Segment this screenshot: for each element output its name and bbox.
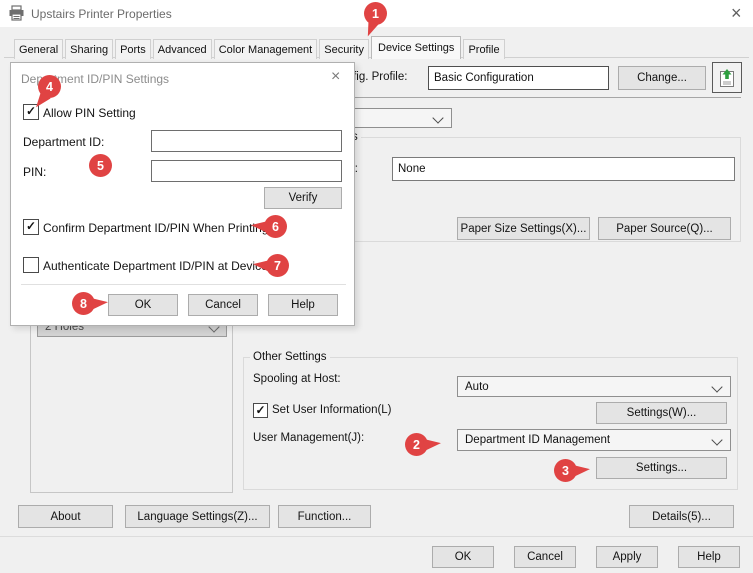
pin-label: PIN:: [23, 165, 46, 179]
apply-button[interactable]: Apply: [596, 546, 658, 568]
callout-3: 3: [554, 459, 577, 482]
cancel-button[interactable]: Cancel: [514, 546, 576, 568]
chevron-down-icon: [711, 381, 722, 392]
output-options-field: None: [392, 157, 735, 181]
tab-device-settings[interactable]: Device Settings: [371, 36, 461, 59]
user-management-dropdown[interactable]: Department ID Management: [457, 429, 731, 451]
ok-button[interactable]: OK: [432, 546, 494, 568]
chevron-down-icon: [711, 434, 722, 445]
authenticate-at-device-label: Authenticate Department ID/PIN at Device: [43, 259, 268, 273]
confirm-when-printing-checkbox[interactable]: ✓: [23, 219, 39, 235]
footer-separator: [0, 536, 753, 537]
dialog-ok-button[interactable]: OK: [108, 294, 178, 316]
tab-advanced[interactable]: Advanced: [153, 39, 212, 59]
callout-7: 7: [266, 254, 289, 277]
tab-general[interactable]: General: [14, 39, 63, 59]
check-icon: ✓: [255, 403, 265, 417]
confirm-when-printing-label: Confirm Department ID/PIN When Printing: [43, 221, 268, 235]
dialog-cancel-button[interactable]: Cancel: [188, 294, 258, 316]
printer-icon: [8, 5, 25, 22]
import-profile-button[interactable]: [712, 62, 742, 93]
set-user-information-label: Set User Information(L): [272, 404, 392, 416]
about-button[interactable]: About: [18, 505, 113, 528]
dialog-close-icon[interactable]: ×: [331, 69, 340, 85]
spooling-at-host-label: Spooling at Host:: [253, 373, 341, 385]
check-icon: ✓: [26, 219, 36, 233]
user-management-label: User Management(J):: [253, 432, 364, 444]
paper-source-button[interactable]: Paper Source(Q)...: [598, 217, 731, 240]
import-profile-icon: [718, 68, 736, 88]
tab-ports[interactable]: Ports: [115, 39, 151, 59]
callout-5: 5: [89, 154, 112, 177]
set-user-information-checkbox[interactable]: ✓: [253, 403, 268, 418]
user-management-settings-button[interactable]: Settings...: [596, 457, 727, 479]
help-button[interactable]: Help: [678, 546, 740, 568]
department-id-input[interactable]: [151, 130, 342, 152]
chevron-down-icon: [432, 112, 443, 123]
settings-w-button[interactable]: Settings(W)...: [596, 402, 727, 424]
tab-bar: General Sharing Ports Advanced Color Man…: [14, 36, 507, 59]
window-title: Upstairs Printer Properties: [31, 7, 172, 21]
change-button[interactable]: Change...: [618, 66, 706, 90]
dialog-help-button[interactable]: Help: [268, 294, 338, 316]
language-settings-button[interactable]: Language Settings(Z)...: [125, 505, 270, 528]
callout-2: 2: [405, 433, 428, 456]
department-id-pin-dialog: Department ID/PIN Settings × ✓ Allow PIN…: [10, 62, 355, 326]
config-profile-value[interactable]: Basic Configuration: [428, 66, 609, 90]
department-id-label: Department ID:: [23, 135, 104, 149]
callout-8: 8: [72, 292, 95, 315]
window-close-icon[interactable]: ×: [731, 5, 742, 21]
other-settings-group-label: Other Settings: [250, 351, 330, 363]
tab-profile[interactable]: Profile: [463, 39, 504, 59]
tab-sharing[interactable]: Sharing: [65, 39, 113, 59]
function-button[interactable]: Function...: [278, 505, 371, 528]
authenticate-at-device-checkbox[interactable]: [23, 257, 39, 273]
callout-1: 1: [364, 2, 387, 25]
dialog-separator: [21, 284, 346, 285]
allow-pin-setting-label: Allow PIN Setting: [43, 106, 136, 120]
details-button[interactable]: Details(5)...: [629, 505, 734, 528]
callout-6: 6: [264, 215, 287, 238]
paper-size-settings-button[interactable]: Paper Size Settings(X)...: [457, 217, 590, 240]
tab-security[interactable]: Security: [319, 39, 369, 59]
spooling-at-host-dropdown[interactable]: Auto: [457, 376, 731, 397]
verify-button[interactable]: Verify: [264, 187, 342, 209]
tab-color-management[interactable]: Color Management: [214, 39, 318, 59]
callout-4: 4: [38, 75, 61, 98]
pin-input[interactable]: [151, 160, 342, 182]
